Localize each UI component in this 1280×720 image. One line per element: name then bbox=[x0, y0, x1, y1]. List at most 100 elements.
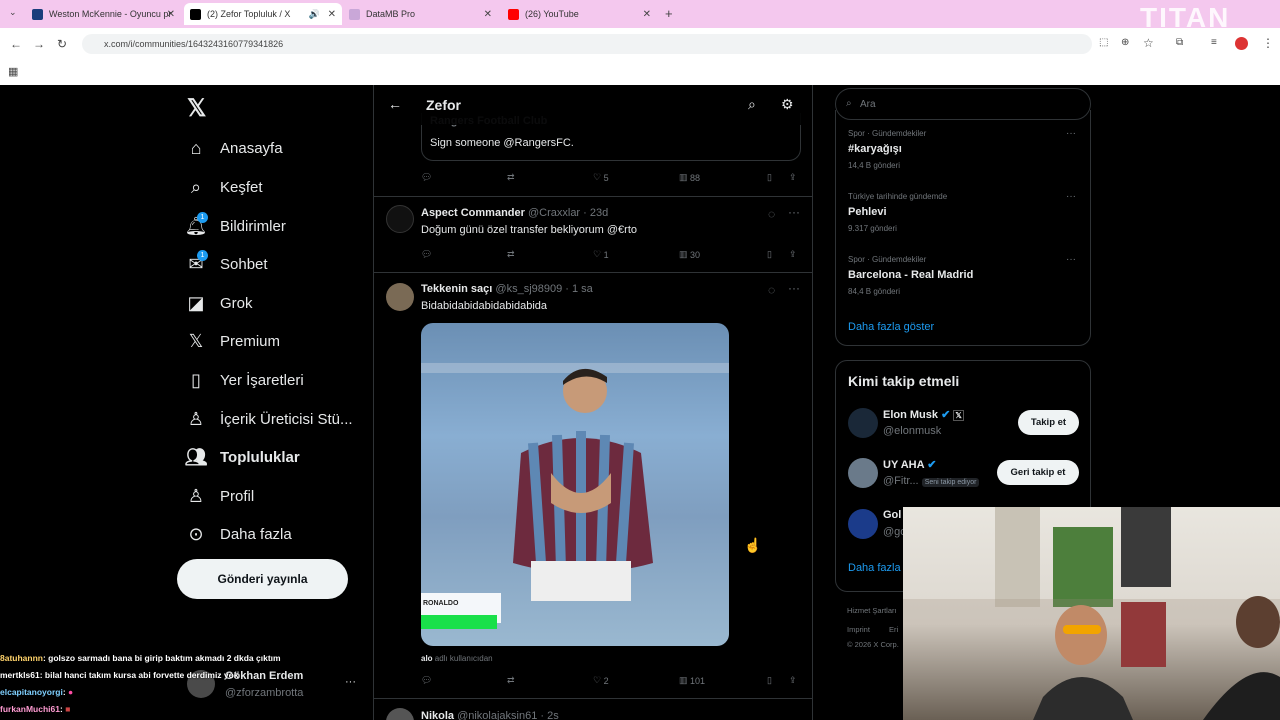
like-button[interactable]: ♡ 1 bbox=[593, 249, 609, 260]
retweet-icon[interactable]: ⇄ bbox=[507, 172, 515, 183]
nav-notifications[interactable]: 🔔︎ 1 Bildirimler bbox=[185, 211, 286, 241]
more-icon[interactable]: ··· bbox=[1066, 128, 1076, 139]
nav-explore[interactable]: ⌕ Keşfet bbox=[185, 172, 263, 202]
views-button[interactable]: ▥ 88 bbox=[679, 172, 700, 183]
x-logo-icon[interactable]: 𝕏 bbox=[187, 94, 206, 123]
more-circle-icon: ⊙ bbox=[188, 523, 204, 544]
hand-cursor-icon: ☝ bbox=[744, 537, 762, 553]
footer-link[interactable]: Eri bbox=[889, 625, 898, 634]
nav-label: Anasayfa bbox=[220, 139, 283, 157]
media-icon[interactable]: ≡ bbox=[1211, 37, 1217, 48]
back-arrow-icon[interactable]: ← bbox=[388, 96, 402, 112]
avatar[interactable] bbox=[848, 408, 878, 438]
avatar[interactable] bbox=[848, 509, 878, 539]
grok-icon[interactable]: ◌ bbox=[768, 207, 775, 221]
speaker-icon[interactable]: 🔊 bbox=[309, 9, 320, 20]
tab-weston[interactable]: Weston McKennie - Oyuncu pr ✕ bbox=[26, 3, 181, 25]
avatar[interactable] bbox=[386, 283, 414, 311]
follow-name[interactable]: Elon Musk ✔ 𝕏 bbox=[883, 408, 964, 421]
show-more-link[interactable]: Daha fazla bbox=[848, 562, 901, 574]
follow-button[interactable]: Takip et bbox=[1018, 410, 1079, 435]
footer-link[interactable]: Hizmet Şartları bbox=[847, 606, 897, 615]
close-icon[interactable]: ✕ bbox=[328, 9, 336, 20]
forward-icon[interactable]: → bbox=[33, 37, 45, 51]
emote-icon: ● bbox=[68, 687, 74, 697]
tweet-author[interactable]: Aspect Commander @Craxxlar · 23d bbox=[421, 207, 608, 219]
trend-name[interactable]: Barcelona - Real Madrid bbox=[848, 269, 973, 281]
more-icon[interactable]: ··· bbox=[1066, 191, 1076, 202]
star-icon[interactable]: ☆ bbox=[1143, 36, 1154, 50]
tab-list-icon[interactable]: ⌄ bbox=[9, 7, 17, 18]
nav-grok[interactable]: ◪ Grok bbox=[185, 288, 252, 318]
views-button[interactable]: ▥ 30 bbox=[679, 249, 700, 260]
back-icon[interactable]: ← bbox=[10, 37, 22, 51]
grok-icon[interactable]: ◌ bbox=[768, 283, 775, 297]
trend-name[interactable]: #karyağışı bbox=[848, 143, 902, 155]
share-icon[interactable]: ⇪ bbox=[789, 172, 797, 183]
byline-user[interactable]: alo bbox=[421, 654, 433, 663]
timeline: ← Zefor ⌕ ⚙ Rangers Football Club Sign s… bbox=[373, 85, 813, 720]
post-button[interactable]: Gönderi yayınla bbox=[177, 559, 348, 599]
gear-icon[interactable]: ⚙ bbox=[781, 96, 794, 113]
install-icon[interactable]: ⬚ bbox=[1099, 37, 1108, 48]
share-icon[interactable]: ⇪ bbox=[789, 675, 797, 686]
reply-icon[interactable]: 💬︎ bbox=[421, 172, 432, 183]
chat-user: elcapitanoyorgi bbox=[0, 687, 63, 697]
nav-home[interactable]: ⌂ Anasayfa bbox=[185, 133, 283, 163]
profile-avatar[interactable] bbox=[1235, 37, 1248, 50]
views-button[interactable]: ▥ 101 bbox=[679, 675, 705, 686]
avatar[interactable] bbox=[848, 458, 878, 488]
notification-badge: 1 bbox=[197, 212, 208, 223]
like-count: 1 bbox=[603, 249, 609, 260]
reply-icon[interactable]: 💬︎ bbox=[421, 249, 432, 260]
reload-icon[interactable]: ↻ bbox=[57, 37, 67, 51]
close-icon[interactable]: ✕ bbox=[167, 9, 175, 20]
community-byline: alo adlı kullanıcıdan bbox=[421, 654, 493, 663]
tweet-author[interactable]: Nikola @nikolajaksin61 · 2s bbox=[421, 710, 559, 720]
extensions-icon[interactable]: ⧉ bbox=[1176, 37, 1183, 48]
footer-link[interactable]: Imprint bbox=[847, 625, 870, 634]
more-icon[interactable]: ··· bbox=[788, 281, 800, 295]
tab-datamb[interactable]: DataMB Pro ✕ bbox=[343, 3, 498, 25]
new-tab-icon[interactable]: + bbox=[665, 6, 673, 21]
menu-icon[interactable]: ⋮ bbox=[1262, 36, 1274, 50]
nav-messages[interactable]: ✉ 1 Sohbet bbox=[185, 249, 268, 279]
nav-bookmarks[interactable]: ▯ Yer İşaretleri bbox=[185, 365, 304, 395]
zoom-icon[interactable]: ⊕ bbox=[1121, 37, 1129, 48]
nav-communities[interactable]: 👥︎ Topluluklar bbox=[185, 442, 300, 472]
avatar[interactable] bbox=[386, 205, 414, 233]
show-more-link[interactable]: Daha fazla göster bbox=[848, 321, 934, 333]
bookmark-icon[interactable]: ▯ bbox=[767, 249, 772, 260]
bookmark-icon[interactable]: ▯ bbox=[767, 172, 772, 183]
nav-creator-studio[interactable]: ♙ İçerik Üreticisi Stü... bbox=[185, 404, 353, 434]
like-button[interactable]: ♡ 5 bbox=[593, 172, 609, 183]
nav-profile[interactable]: ♙ Profil bbox=[185, 481, 254, 511]
follow-name[interactable]: UY AHA ✔ bbox=[883, 458, 936, 471]
tab-youtube[interactable]: (26) YouTube ✕ bbox=[502, 3, 657, 25]
follow-back-button[interactable]: Geri takip et bbox=[997, 460, 1079, 485]
more-icon[interactable]: ··· bbox=[788, 205, 800, 219]
trend-name[interactable]: Pehlevi bbox=[848, 206, 887, 218]
retweet-icon[interactable]: ⇄ bbox=[507, 675, 515, 686]
like-button[interactable]: ♡ 2 bbox=[593, 675, 609, 686]
share-icon[interactable]: ⇪ bbox=[789, 249, 797, 260]
retweet-icon[interactable]: ⇄ bbox=[507, 249, 515, 260]
apps-grid-icon[interactable]: ▦ bbox=[8, 65, 18, 78]
avatar[interactable] bbox=[386, 708, 414, 720]
follow-name[interactable]: Gol bbox=[883, 509, 901, 521]
address-bar[interactable]: x.com/i/communities/1643243160779341826 bbox=[82, 34, 1092, 54]
tweet-author[interactable]: Tekkenin saçı @ks_sj98909 · 1 sa bbox=[421, 283, 593, 295]
more-icon[interactable]: ··· bbox=[1066, 254, 1076, 265]
nav-more[interactable]: ⊙ Daha fazla bbox=[185, 519, 291, 549]
reply-icon[interactable]: 💬︎ bbox=[421, 675, 432, 686]
search-icon[interactable]: ⌕ bbox=[748, 96, 756, 113]
tweet-image[interactable]: RONALDO bbox=[421, 323, 729, 646]
close-icon[interactable]: ✕ bbox=[484, 9, 492, 20]
bookmark-icon[interactable]: ▯ bbox=[767, 675, 772, 686]
nav-premium[interactable]: 𝕏 Premium bbox=[185, 326, 280, 356]
trend-count: 9.317 gönderi bbox=[848, 224, 897, 233]
close-icon[interactable]: ✕ bbox=[643, 9, 651, 20]
tab-zefor[interactable]: (2) Zefor Topluluk / X 🔊 ✕ bbox=[184, 3, 342, 25]
panel-title: Kimi takip etmeli bbox=[848, 373, 960, 389]
view-count: 30 bbox=[690, 249, 701, 260]
